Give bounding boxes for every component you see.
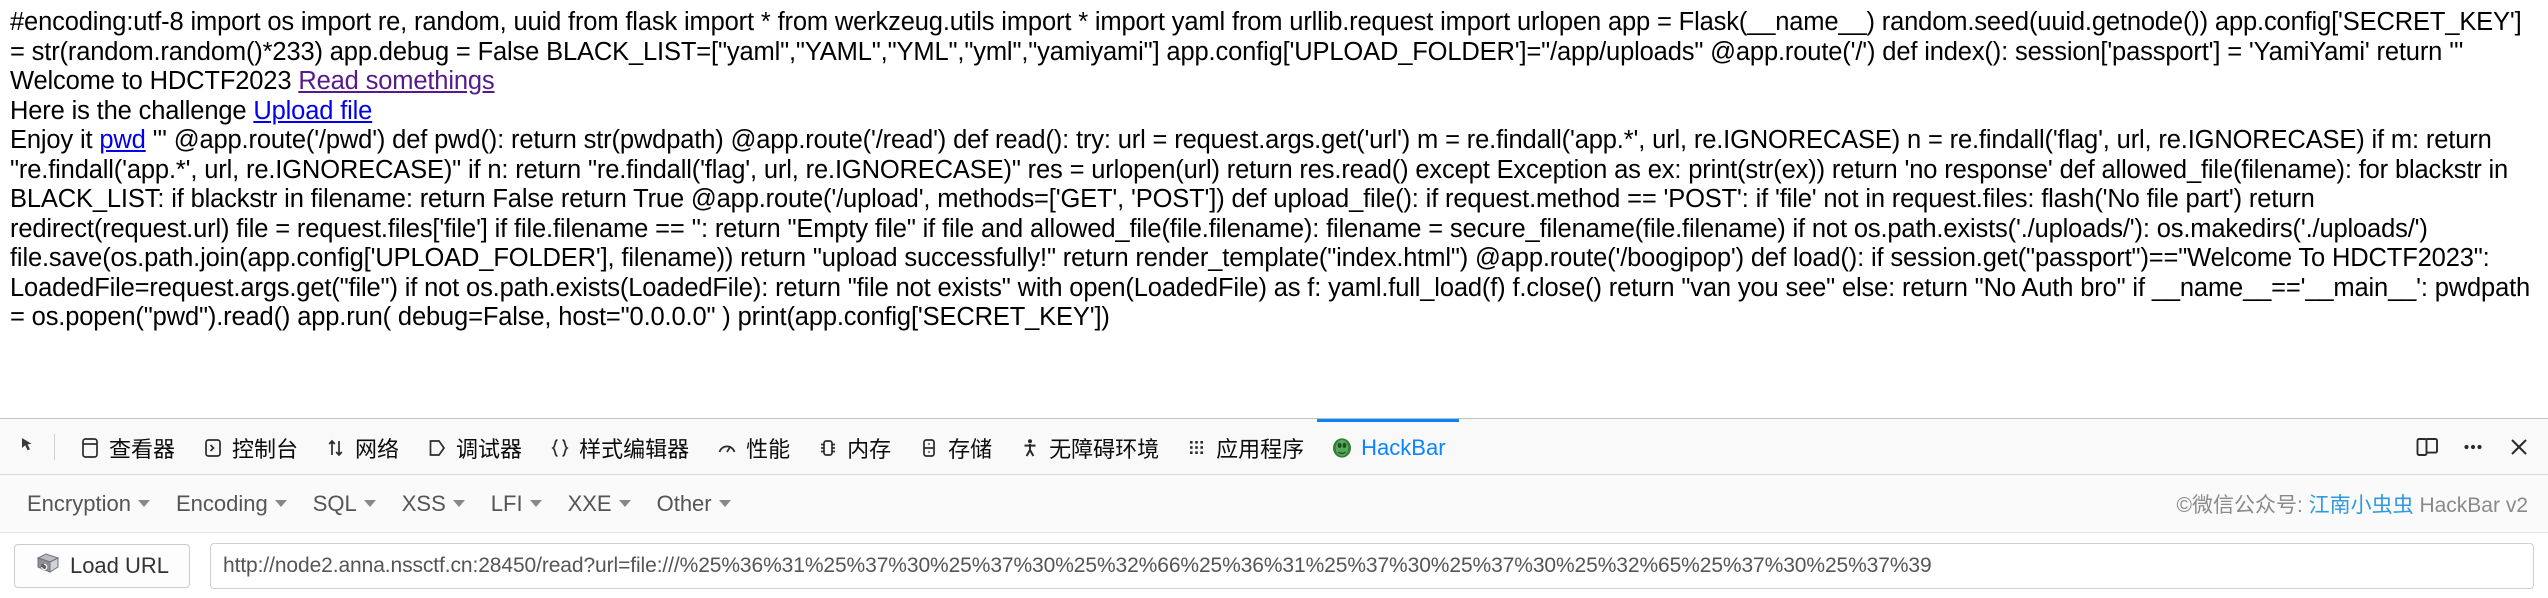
pwd-link[interactable]: pwd [99,126,145,154]
hackbar-menu-xss[interactable]: XSS [389,484,478,524]
tab-memory-label: 内存 [847,437,892,462]
element-picker-icon[interactable] [14,430,48,464]
read-somethings-link[interactable]: Read somethings [298,67,494,95]
performance-icon [715,436,739,460]
hackbar-panel: Encryption Encoding SQL XSS LFI XXE Othe… [0,475,2548,598]
hackbar-url-row: Load URL [0,533,2548,598]
tab-hackbar[interactable]: HackBar [1317,419,1459,474]
hackbar-menu-sql-label: SQL [312,490,357,516]
tab-performance[interactable]: 性能 [702,419,803,474]
tab-storage-label: 存储 [948,437,993,462]
application-icon [1185,436,1209,460]
hackbar-credit: ©微信公众号: 江南小虫虫 HackBar v2 [2176,489,2534,519]
tab-accessibility-label: 无障碍环境 [1049,437,1160,462]
hackbar-menu-encryption-label: Encryption [27,490,131,516]
tab-debugger-label: 调试器 [456,437,523,462]
chevron-down-icon [529,500,542,507]
chevron-down-icon [137,500,150,507]
hackbar-menu-xxe-label: XXE [567,490,612,516]
hackbar-credit-name: 江南小虫虫 [2308,493,2414,517]
tab-network-label: 网络 [355,437,400,462]
hackbar-menu-xss-label: XSS [401,490,446,516]
hackbar-menu-encoding[interactable]: Encoding [163,484,300,524]
tab-console[interactable]: 控制台 [188,419,311,474]
network-icon [324,436,348,460]
upload-file-link[interactable]: Upload file [253,97,372,125]
source-paragraph-bottom: Enjoy it pwd ''' @app.route('/pwd') def … [10,126,2538,333]
hackbar-menu-other-label: Other [656,490,712,516]
chevron-down-icon [452,500,465,507]
tab-style-editor[interactable]: 样式编辑器 [535,419,702,474]
challenge-label: Here is the challenge [10,96,254,125]
hackbar-menu-lfi-label: LFI [490,490,523,516]
console-icon [201,436,225,460]
hackbar-menu-sql[interactable]: SQL [300,484,389,524]
hackbar-menu-lfi[interactable]: LFI [478,484,555,524]
tab-application-label: 应用程序 [1216,437,1305,462]
challenge-line: Here is the challenge Upload file [10,97,2538,127]
hackbar-credit-prefix: ©微信公众号: [2176,493,2309,517]
memory-icon [816,436,840,460]
url-input[interactable] [210,542,2534,589]
hackbar-menu-xxe[interactable]: XXE [555,484,644,524]
toolbar-divider [54,433,55,460]
load-url-button[interactable]: Load URL [14,543,190,588]
hackbar-menu-encoding-label: Encoding [175,490,268,516]
storage-icon [917,436,941,460]
tab-performance-label: 性能 [746,437,791,462]
source-text-bottom: ''' @app.route('/pwd') def pwd(): return… [10,126,2538,331]
tab-hackbar-label: HackBar [1361,435,1446,460]
chevron-down-icon [718,500,731,507]
tab-console-label: 控制台 [232,437,299,462]
tab-accessibility[interactable]: 无障碍环境 [1005,419,1172,474]
hackbar-menu-encryption[interactable]: Encryption [14,484,163,524]
hackbar-icon [1330,436,1354,460]
tab-inspector-label: 查看器 [109,437,176,462]
hackbar-menubar: Encryption Encoding SQL XSS LFI XXE Othe… [0,475,2548,533]
inspector-icon [78,436,102,460]
tab-memory[interactable]: 内存 [803,419,904,474]
hackbar-credit-version: HackBar v2 [2413,493,2528,517]
source-paragraph-top: #encoding:utf-8 import os import re, ran… [10,8,2538,97]
tab-application[interactable]: 应用程序 [1172,419,1317,474]
close-icon[interactable] [2498,426,2540,468]
meatball-menu-icon[interactable] [2452,426,2494,468]
chevron-down-icon [274,500,287,507]
devtools-panel: 查看器 控制台 网络 调试器 样式编辑器 性能 内存 存储 无障碍环境 应用程序… [0,418,2548,598]
style-editor-icon [548,436,572,460]
chevron-down-icon [363,500,376,507]
enjoy-label: Enjoy it [10,126,100,154]
browser-page-content: #encoding:utf-8 import os import re, ran… [0,0,2548,418]
hackbar-menu-other[interactable]: Other [644,484,744,524]
responsive-design-mode-icon[interactable] [2406,426,2448,468]
chevron-down-icon [618,500,631,507]
tab-storage[interactable]: 存储 [904,419,1005,474]
tab-debugger[interactable]: 调试器 [412,419,535,474]
debugger-icon [425,436,449,460]
load-url-button-label: Load URL [69,552,170,578]
devtools-toolbar: 查看器 控制台 网络 调试器 样式编辑器 性能 内存 存储 无障碍环境 应用程序… [0,419,2548,475]
tab-inspector[interactable]: 查看器 [65,419,188,474]
accessibility-icon [1018,436,1042,460]
load-url-icon [35,551,61,581]
tab-style-editor-label: 样式编辑器 [579,437,690,462]
tab-network[interactable]: 网络 [311,419,412,474]
